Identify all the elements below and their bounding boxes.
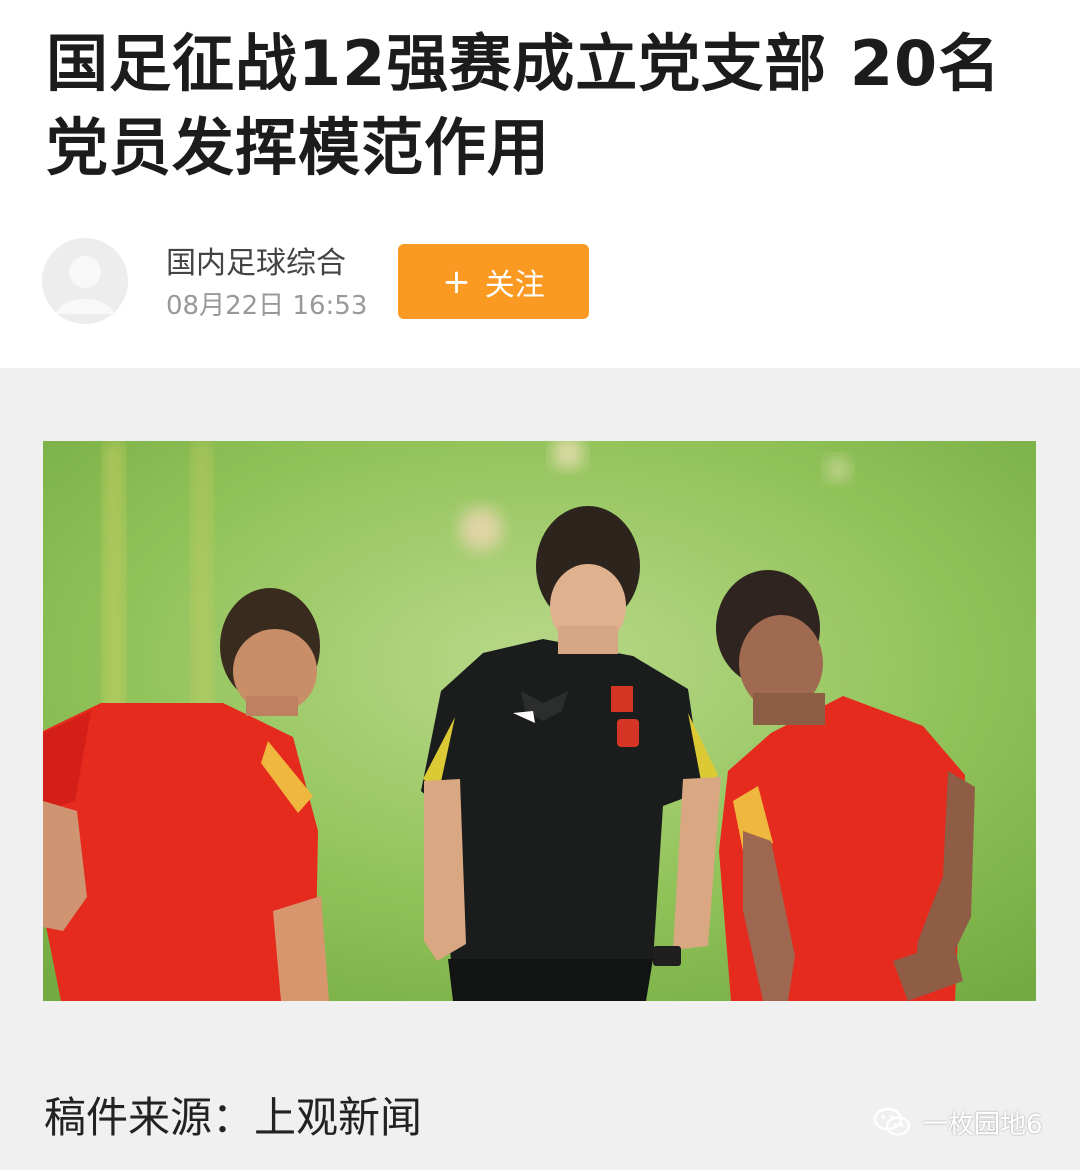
article-title: 国足征战12强赛成立党支部 20名党员发挥模范作用 [46,27,1002,184]
team-training-photo [43,441,1036,1001]
article-content: 稿件来源：上观新闻 一枚园地6 [0,368,1080,1170]
default-user-avatar-icon [42,238,128,324]
author-name[interactable]: 国内足球综合 [166,244,346,284]
article-photo[interactable] [43,441,1036,1001]
follow-button-label: 关注 [484,267,545,303]
author-avatar[interactable] [42,238,128,324]
article-header: 国足征战12强赛成立党支部 20名党员发挥模范作用 国内足球综合 08月22日 … [0,0,1080,368]
follow-button[interactable]: + 关注 [398,244,589,319]
source-line: 稿件来源：上观新闻 [44,1093,423,1142]
wechat-icon [873,1107,911,1136]
publish-time: 08月22日 16:53 [166,291,368,321]
watermark-text: 一枚园地6 [922,1109,1043,1140]
wechat-watermark: 一枚园地6 [872,1098,1043,1146]
plus-icon: + [442,261,471,302]
